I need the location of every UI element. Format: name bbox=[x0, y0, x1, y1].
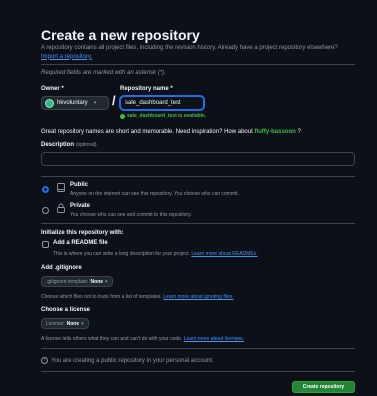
availability-message: sale_dashboard_test is available. bbox=[120, 113, 206, 119]
license-heading: Choose a license bbox=[41, 307, 91, 313]
import-repository-link[interactable]: Import a repository. bbox=[41, 54, 92, 60]
public-radio[interactable] bbox=[42, 186, 49, 193]
name-suggestion: Great repository names are short and mem… bbox=[41, 129, 301, 135]
intro-text: A repository contains all project files,… bbox=[41, 45, 338, 51]
lock-icon bbox=[57, 203, 65, 213]
description-input[interactable] bbox=[41, 152, 355, 166]
divider bbox=[41, 176, 355, 177]
suggestion-text: Great repository names are short and mem… bbox=[41, 129, 253, 135]
private-radio[interactable] bbox=[42, 207, 49, 214]
public-title: Public bbox=[70, 182, 89, 188]
initialize-heading: Initialize this repository with: bbox=[41, 230, 124, 236]
gitignore-learn-more-link[interactable]: Learn more about ignoring files. bbox=[163, 294, 233, 300]
license-learn-more-link[interactable]: Learn more about licenses. bbox=[184, 336, 244, 342]
owner-dropdown[interactable]: hkvoluntary ▾ bbox=[41, 96, 109, 110]
gitignore-desc-text: Choose which files not to track from a l… bbox=[41, 294, 162, 300]
description-optional: (optional) bbox=[75, 142, 97, 148]
public-repo-notice: i You are creating a public repository i… bbox=[41, 357, 214, 364]
suggestion-suffix: ? bbox=[297, 129, 301, 135]
readme-desc: This is where you can write a long descr… bbox=[53, 251, 258, 257]
gitignore-heading: Add .gitignore bbox=[41, 265, 82, 271]
divider bbox=[41, 371, 355, 372]
availability-text: sale_dashboard_test is available. bbox=[127, 113, 207, 119]
repository-name-input[interactable]: sale_dashboard_test bbox=[120, 96, 204, 110]
readme-learn-more-link[interactable]: Learn more about READMEs. bbox=[191, 251, 257, 257]
license-desc: A license tells others what they can and… bbox=[41, 336, 244, 342]
gitignore-desc: Choose which files not to track from a l… bbox=[41, 294, 234, 300]
license-desc-text: A license tells others what they can and… bbox=[41, 336, 183, 342]
gitignore-dropdown-prefix: .gitignore template: bbox=[46, 278, 89, 285]
license-dropdown-prefix: License: bbox=[46, 320, 65, 327]
required-fields-note: Required fields are marked with an aster… bbox=[41, 70, 166, 76]
page-title: Create a new repository bbox=[41, 27, 200, 43]
chevron-down-icon: ▾ bbox=[105, 278, 108, 285]
readme-checkbox[interactable] bbox=[42, 241, 49, 248]
divider bbox=[41, 64, 355, 65]
notice-text: You are creating a public repository in … bbox=[51, 357, 214, 364]
create-repository-button[interactable]: Create repository bbox=[292, 381, 355, 393]
readme-label: Add a README file bbox=[53, 240, 108, 246]
gitignore-dropdown[interactable]: .gitignore template: None ▾ bbox=[41, 276, 113, 287]
gitignore-dropdown-value: None bbox=[90, 278, 104, 285]
divider bbox=[41, 348, 355, 349]
description-label: Description (optional) bbox=[41, 142, 97, 148]
avatar bbox=[45, 98, 54, 108]
chevron-down-icon: ▾ bbox=[81, 320, 84, 327]
suggested-name-link[interactable]: fluffy-bassoon bbox=[254, 129, 295, 135]
license-dropdown-value: None bbox=[66, 320, 80, 327]
private-desc: You choose who can see and commit to thi… bbox=[70, 212, 192, 218]
check-circle-icon bbox=[120, 113, 125, 119]
info-icon: i bbox=[41, 357, 48, 364]
private-title: Private bbox=[70, 203, 91, 209]
owner-repo-separator: / bbox=[112, 93, 116, 108]
readme-desc-text: This is where you can write a long descr… bbox=[53, 251, 191, 257]
description-label-text: Description bbox=[41, 142, 75, 148]
public-desc: Anyone on the internet can see this repo… bbox=[70, 191, 239, 197]
repo-icon bbox=[57, 183, 65, 192]
page-intro: A repository contains all project files,… bbox=[41, 44, 341, 61]
chevron-down-icon: ▾ bbox=[93, 100, 97, 106]
owner-label: Owner * bbox=[41, 86, 64, 92]
create-repository-page: Create a new repository A repository con… bbox=[0, 0, 377, 396]
license-dropdown[interactable]: License: None ▾ bbox=[41, 318, 89, 329]
repository-name-label: Repository name * bbox=[120, 86, 173, 92]
divider bbox=[41, 223, 355, 224]
owner-name: hkvoluntary bbox=[57, 100, 88, 106]
